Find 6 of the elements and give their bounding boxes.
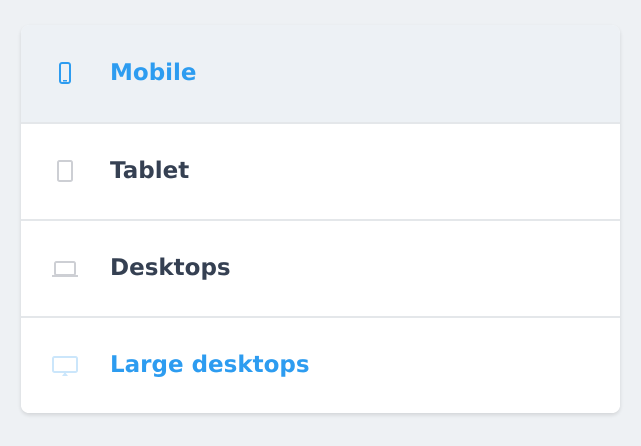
device-label: Desktops [110,254,231,284]
device-label: Tablet [110,157,190,186]
device-label: Mobile [110,59,197,88]
device-item[interactable]: Desktops [21,219,620,316]
device-label: Large desktops [110,351,310,380]
device-item[interactable]: Tablet [21,122,620,219]
